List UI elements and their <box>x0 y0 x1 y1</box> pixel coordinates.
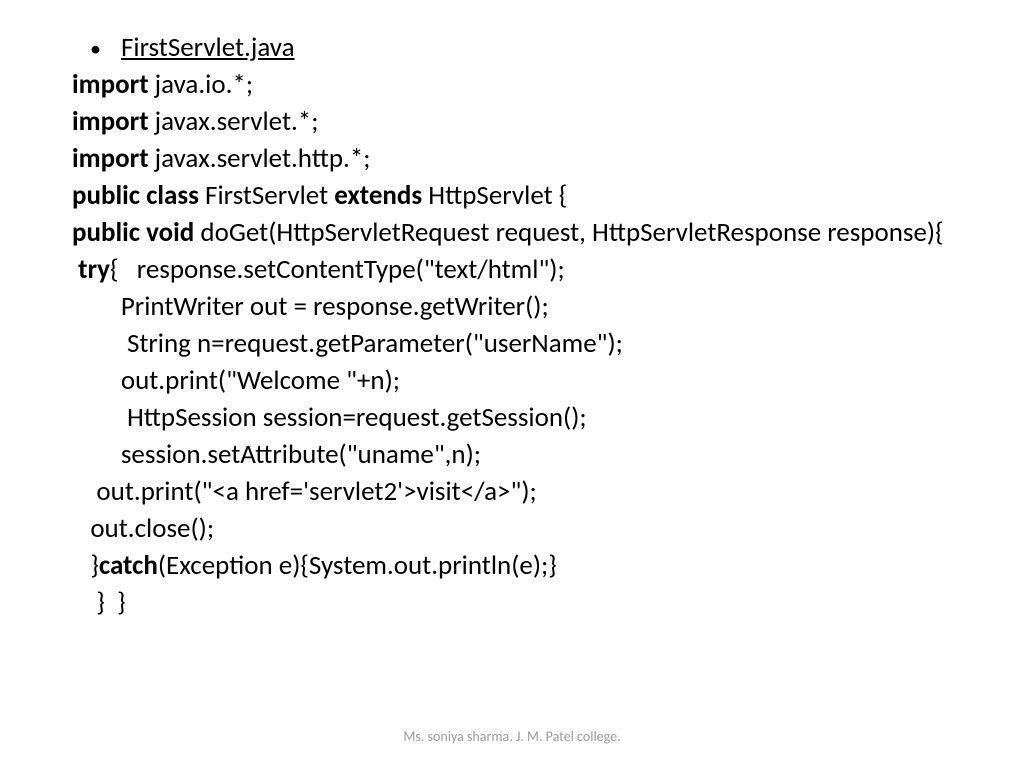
code-line: String n=request.getParameter("userName"… <box>72 326 952 363</box>
code-line: out.print("Welcome "+n); <box>72 363 952 400</box>
code-line: import java.io.*; <box>72 67 952 104</box>
code-text: HttpServlet { <box>422 179 567 212</box>
code-line: out.print("<a href='servlet2'>visit</a>"… <box>72 474 952 511</box>
code-line: }catch(Exception e){System.out.println(e… <box>72 548 952 585</box>
code-line: PrintWriter out = response.getWriter(); <box>72 289 952 326</box>
kw-public-void: public void <box>72 216 194 249</box>
code-text: javax.servlet.http.*; <box>149 142 371 175</box>
bullet-icon: • <box>90 32 101 65</box>
kw-try: try <box>78 253 110 286</box>
code-text: java.io.*; <box>149 68 254 101</box>
slide-title: FirstServlet.java <box>121 30 295 67</box>
code-text: { response.setContentType("text/html"); <box>110 253 565 286</box>
kw-public-class: public class <box>72 179 199 212</box>
code-text: } <box>72 549 99 582</box>
kw-catch: catch <box>99 549 158 582</box>
code-line: out.close(); <box>72 511 952 548</box>
code-line: } } <box>72 585 952 622</box>
kw-import: import <box>72 68 149 101</box>
code-line: HttpSession session=request.getSession()… <box>72 400 952 437</box>
code-text: FirstServlet <box>199 179 334 212</box>
code-line: try{ response.setContentType("text/html"… <box>72 252 952 289</box>
kw-extends: extends <box>334 179 422 212</box>
kw-import: import <box>72 105 149 138</box>
kw-import: import <box>72 142 149 175</box>
slide-content: • FirstServlet.java import java.io.*; im… <box>0 0 1024 768</box>
code-line: import javax.servlet.*; <box>72 104 952 141</box>
code-text: (Exception e){System.out.println(e);} <box>158 549 557 582</box>
slide-footer: Ms. soniya sharma. J. M. Patel college. <box>0 727 1024 746</box>
code-line: public void doGet(HttpServletRequest req… <box>72 215 952 252</box>
title-row: • FirstServlet.java <box>90 30 952 67</box>
code-line: import javax.servlet.http.*; <box>72 141 952 178</box>
code-line: session.setAttribute("uname",n); <box>72 437 952 474</box>
code-text: doGet(HttpServletRequest request, HttpSe… <box>194 216 943 249</box>
code-text: javax.servlet.*; <box>149 105 319 138</box>
code-line: public class FirstServlet extends HttpSe… <box>72 178 952 215</box>
